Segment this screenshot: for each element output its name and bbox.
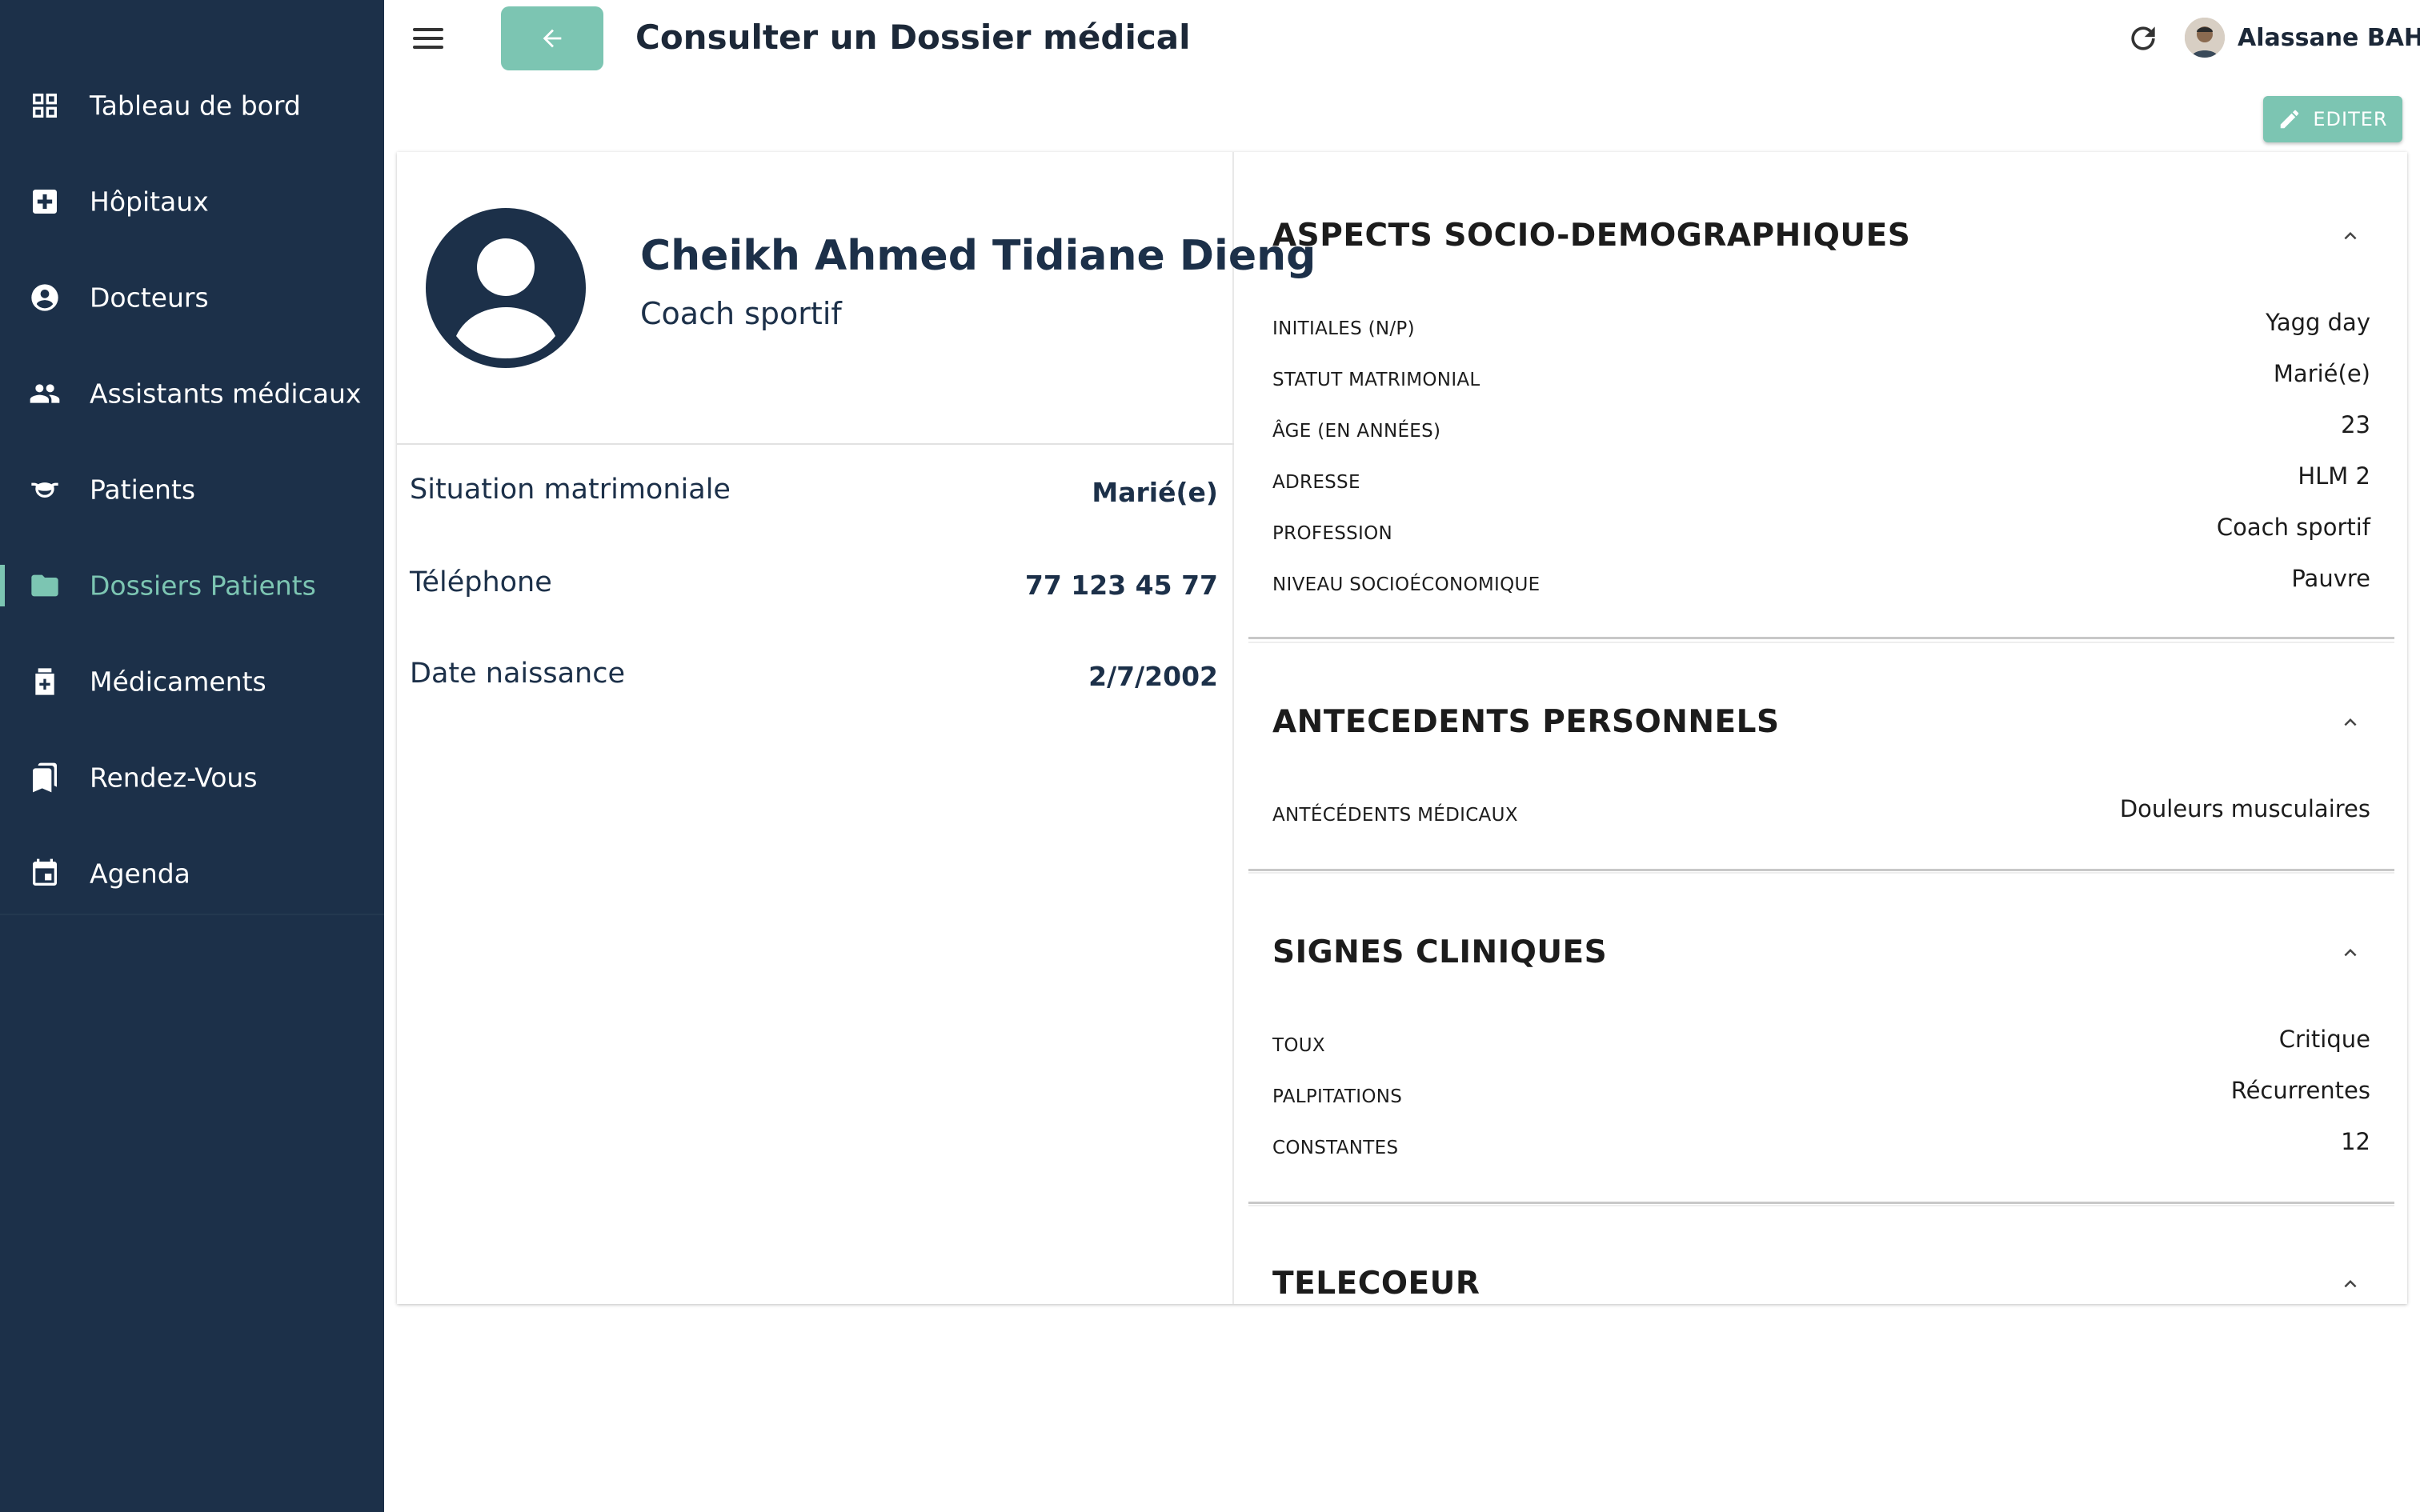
record-details: ASPECTS SOCIO-DEMOGRAPHIQUES INITIALES (… (1248, 152, 2394, 1304)
avatar[interactable] (2185, 18, 2225, 58)
sidebar-item-label: Tableau de bord (90, 90, 301, 122)
medication-icon (29, 666, 61, 698)
sidebar-item-label: Assistants médicaux (90, 378, 362, 410)
field-label: PALPITATIONS (1272, 1086, 1403, 1107)
folder-icon (29, 570, 61, 602)
info-value: 77 123 45 77 (1024, 570, 1218, 601)
sidebar-item-assistants[interactable]: Assistants médicaux (0, 346, 384, 442)
dashboard-icon (29, 90, 61, 122)
sidebar-item-appointments[interactable]: Rendez-Vous (0, 730, 384, 826)
info-row-marital: Situation matrimoniale Marié(e) (410, 474, 1218, 522)
section-top-divider (1248, 872, 2394, 874)
section-title: TELECOEUR (1272, 1266, 1480, 1302)
section-socio-demographic: ASPECTS SOCIO-DEMOGRAPHIQUES INITIALES (… (1248, 152, 2394, 640)
sidebar-divider (0, 914, 384, 915)
field-value: HLM 2 (2298, 462, 2370, 490)
patient-avatar-icon (426, 208, 586, 368)
info-row-birthdate: Date naissance 2/7/2002 (410, 658, 1218, 706)
field-value: Pauvre (2291, 565, 2370, 592)
field-value: Coach sportif (2216, 514, 2370, 541)
page-title: Consulter un Dossier médical (635, 18, 1191, 57)
info-label: Téléphone (410, 566, 552, 598)
field-value: Marié(e) (2273, 360, 2370, 387)
field-label: PROFESSION (1272, 523, 1393, 544)
chevron-up-icon[interactable] (2338, 224, 2362, 248)
hospital-icon (29, 186, 61, 218)
sidebar-item-label: Dossiers Patients (90, 570, 316, 602)
info-value: 2/7/2002 (1088, 661, 1218, 692)
patient-mask-icon (29, 474, 61, 506)
section-title: SIGNES CLINIQUES (1272, 934, 1608, 970)
field-label: STATUT MATRIMONIAL (1272, 370, 1480, 390)
chevron-up-icon[interactable] (2338, 941, 2362, 965)
field-value: Critique (2278, 1026, 2370, 1053)
bookmarks-icon (29, 762, 61, 794)
info-value: Marié(e) (1092, 477, 1218, 508)
field-value: Récurrentes (2230, 1077, 2370, 1104)
sidebar-item-medications[interactable]: Médicaments (0, 634, 384, 730)
sidebar-item-dashboard[interactable]: Tableau de bord (0, 58, 384, 154)
record-card: Cheikh Ahmed Tidiane Dieng Coach sportif… (397, 152, 2407, 1304)
section-personal-history: ANTECEDENTS PERSONNELS ANTÉCÉDENTS MÉDIC… (1248, 642, 2394, 872)
sidebar-item-doctors[interactable]: Docteurs (0, 250, 384, 346)
menu-icon[interactable] (413, 22, 445, 54)
field-value: 23 (2341, 411, 2370, 438)
info-label: Situation matrimoniale (410, 474, 731, 506)
field-label: INITIALES (N/P) (1272, 318, 1415, 339)
section-title: ANTECEDENTS PERSONNELS (1272, 704, 1780, 740)
section-top-divider (1248, 1205, 2394, 1206)
info-row-phone: Téléphone 77 123 45 77 (410, 566, 1218, 614)
edit-button-label: EDITER (2313, 108, 2388, 130)
patient-name: Cheikh Ahmed Tidiane Dieng (640, 232, 1316, 280)
profile-header: Cheikh Ahmed Tidiane Dieng Coach sportif (397, 152, 1316, 445)
user-name[interactable]: Alassane BAH (2238, 24, 2420, 52)
refresh-icon[interactable] (2126, 21, 2161, 56)
field-label: ÂGE (EN ANNÉES) (1272, 421, 1441, 442)
section-divider (1248, 1202, 2394, 1204)
field-label: ANTÉCÉDENTS MÉDICAUX (1272, 805, 1518, 826)
sidebar-item-label: Médicaments (90, 666, 266, 698)
field-label: NIVEAU SOCIOÉCONOMIQUE (1272, 574, 1541, 595)
edit-button[interactable]: EDITER (2263, 96, 2402, 142)
patient-profile: Cheikh Ahmed Tidiane Dieng Coach sportif… (397, 152, 1316, 1304)
sidebar-item-label: Patients (90, 474, 196, 506)
sidebar-item-hospitals[interactable]: Hôpitaux (0, 154, 384, 250)
sidebar: Tableau de bord Hôpitaux Docteurs Assist… (0, 0, 384, 1512)
assistants-icon (29, 378, 61, 410)
chevron-up-icon[interactable] (2338, 710, 2362, 734)
field-label: ADRESSE (1272, 472, 1360, 493)
field-value: Douleurs musculaires (2119, 795, 2370, 822)
field-label: TOUX (1272, 1035, 1325, 1056)
sidebar-item-agenda[interactable]: Agenda (0, 826, 384, 922)
field-value: 12 (2341, 1128, 2370, 1155)
back-button[interactable] (501, 6, 603, 70)
chevron-up-icon[interactable] (2338, 1272, 2362, 1296)
info-label: Date naissance (410, 658, 626, 690)
pencil-icon (2281, 110, 2299, 129)
sidebar-item-label: Rendez-Vous (90, 762, 258, 794)
section-telecoeur: TELECOEUR (1248, 1205, 2394, 1304)
section-divider (1248, 637, 2394, 639)
section-divider (1248, 869, 2394, 871)
sidebar-item-label: Hôpitaux (90, 186, 209, 218)
sidebar-item-patients[interactable]: Patients (0, 442, 384, 538)
section-top-divider (1248, 642, 2394, 643)
sidebar-item-label: Agenda (90, 858, 190, 890)
calendar-icon (29, 858, 61, 890)
sidebar-item-label: Docteurs (90, 282, 209, 314)
sidebar-list: Tableau de bord Hôpitaux Docteurs Assist… (0, 0, 384, 922)
field-label: CONSTANTES (1272, 1138, 1399, 1158)
arrow-left-icon (543, 29, 562, 48)
top-bar: Consulter un Dossier médical Alassane BA… (384, 0, 2420, 77)
doctor-icon (29, 282, 61, 314)
section-clinical-signs: SIGNES CLINIQUES TOUX Critique PALPITATI… (1248, 872, 2394, 1206)
section-title: ASPECTS SOCIO-DEMOGRAPHIQUES (1272, 218, 1911, 254)
patient-job: Coach sportif (640, 296, 842, 331)
sidebar-item-patient-records[interactable]: Dossiers Patients (0, 538, 384, 634)
field-value: Yagg day (2266, 309, 2370, 336)
